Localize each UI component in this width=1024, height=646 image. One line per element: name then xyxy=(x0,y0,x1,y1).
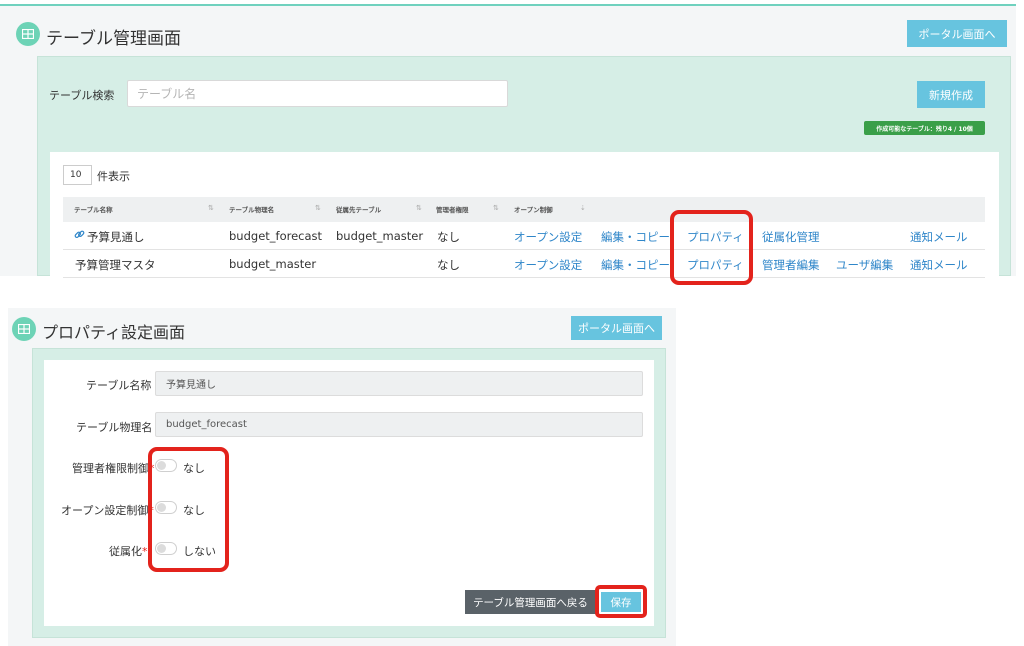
link-icon xyxy=(74,229,85,243)
highlight-annotation xyxy=(595,585,647,618)
row-table-name[interactable]: 予算見通し xyxy=(87,229,145,245)
property-form-card xyxy=(44,360,654,626)
physical-name-label: テーブル物理名 xyxy=(76,421,153,434)
row-table-name[interactable]: 予算管理マスタ xyxy=(75,257,156,273)
sort-desc-icon[interactable]: ⇣ xyxy=(580,204,586,212)
open-settings-link[interactable]: オープン設定 xyxy=(514,229,582,245)
subordinate-label: 従属化* xyxy=(109,545,148,558)
row-parent-table: budget_master xyxy=(336,229,424,243)
page-size-select[interactable]: 10 xyxy=(63,165,92,185)
row-physical-name: budget_forecast xyxy=(229,229,323,243)
page-title: テーブル管理画面 xyxy=(46,29,181,49)
table-grid-icon xyxy=(12,317,36,341)
edit-copy-link[interactable]: 編集・コピー xyxy=(601,257,670,273)
table-name-label: テーブル名称 xyxy=(86,379,152,392)
table-name-field[interactable]: 予算見通し xyxy=(155,371,643,396)
sort-icon[interactable]: ⇅ xyxy=(315,204,321,212)
highlight-annotation xyxy=(670,210,753,285)
search-input[interactable]: テーブル名 xyxy=(127,80,508,107)
highlight-annotation xyxy=(148,447,229,572)
column-header-name[interactable]: テーブル名称 xyxy=(74,204,113,214)
search-label: テーブル検索 xyxy=(49,89,115,102)
notify-mail-link[interactable]: 通知メール xyxy=(910,229,968,245)
edit-copy-link[interactable]: 編集・コピー xyxy=(601,229,670,245)
sort-icon[interactable]: ⇅ xyxy=(208,204,214,212)
user-edit-link[interactable]: ユーザ編集 xyxy=(836,257,893,273)
portal-button[interactable]: ポータル画面へ xyxy=(571,316,662,340)
page-title: プロパティ設定画面 xyxy=(42,323,186,342)
row-physical-name: budget_master xyxy=(229,257,317,271)
open-control-label: オープン設定制御* xyxy=(61,504,154,517)
portal-button[interactable]: ポータル画面へ xyxy=(907,20,1007,47)
admin-control-label: 管理者権限制御* xyxy=(72,462,155,475)
back-to-table-management-button[interactable]: テーブル管理画面へ戻る xyxy=(465,590,596,614)
physical-name-field[interactable]: budget_forecast xyxy=(155,412,643,437)
table-limit-badge: 作成可能なテーブル：残り4 / 10個 xyxy=(864,121,985,135)
table-grid-icon xyxy=(16,22,40,46)
new-table-button[interactable]: 新規作成 xyxy=(917,81,985,108)
sort-icon[interactable]: ⇅ xyxy=(416,204,422,212)
column-header-physical-name[interactable]: テーブル物理名 xyxy=(229,204,274,214)
admin-edit-link[interactable]: 管理者編集 xyxy=(762,257,820,273)
row-admin-permission: なし xyxy=(437,258,460,272)
column-header-open-control[interactable]: オープン制御 xyxy=(514,204,553,214)
top-accent-line xyxy=(0,4,1016,6)
sort-icon[interactable]: ⇅ xyxy=(493,204,499,212)
open-settings-link[interactable]: オープン設定 xyxy=(514,257,582,273)
subordinate-manage-link[interactable]: 従属化管理 xyxy=(762,229,820,245)
notify-mail-link[interactable]: 通知メール xyxy=(910,257,968,273)
column-header-parent-table[interactable]: 従属先テーブル xyxy=(336,204,381,214)
row-admin-permission: なし xyxy=(437,230,460,244)
page-size-label: 件表示 xyxy=(97,170,130,183)
column-header-admin[interactable]: 管理者権限 xyxy=(436,204,469,214)
